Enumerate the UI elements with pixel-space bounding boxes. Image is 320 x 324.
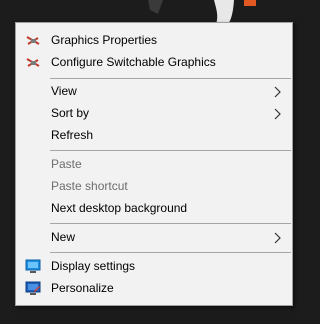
- menu-item-label: Refresh: [51, 128, 94, 142]
- menu-item-next-desktop-background[interactable]: Next desktop background: [17, 198, 291, 219]
- chevron-right-icon: [274, 108, 281, 120]
- menu-item-label: Paste: [51, 157, 82, 171]
- desktop-context-menu: Graphics Properties Configure Switchable…: [15, 22, 293, 306]
- menu-item-paste: Paste: [17, 154, 291, 175]
- menu-item-label: Paste shortcut: [51, 179, 128, 193]
- menu-item-label: Personalize: [51, 281, 114, 295]
- menu-item-sort-by[interactable]: Sort by: [17, 103, 291, 124]
- display-settings-icon: [25, 259, 41, 273]
- menu-item-personalize[interactable]: Personalize: [17, 278, 291, 299]
- personalize-icon: [25, 281, 41, 295]
- menu-item-label: Display settings: [51, 259, 136, 273]
- menu-separator: [50, 252, 291, 253]
- intel-graphics-icon: [26, 58, 40, 67]
- menu-item-label: Sort by: [51, 106, 90, 120]
- menu-item-label: View: [51, 84, 77, 98]
- menu-item-graphics-properties[interactable]: Graphics Properties: [17, 30, 291, 51]
- chevron-right-icon: [274, 232, 281, 244]
- menu-item-display-settings[interactable]: Display settings: [17, 256, 291, 277]
- menu-item-new[interactable]: New: [17, 227, 291, 248]
- menu-item-label: Graphics Properties: [51, 33, 158, 47]
- menu-item-paste-shortcut: Paste shortcut: [17, 176, 291, 197]
- menu-separator: [50, 78, 291, 79]
- menu-separator: [50, 223, 291, 224]
- menu-item-label: New: [51, 230, 76, 244]
- menu-item-view[interactable]: View: [17, 81, 291, 102]
- menu-item-label: Next desktop background: [51, 201, 188, 215]
- menu-item-configure-switchable-graphics[interactable]: Configure Switchable Graphics: [17, 52, 291, 73]
- intel-graphics-icon: [26, 36, 40, 45]
- menu-item-label: Configure Switchable Graphics: [51, 55, 216, 69]
- chevron-right-icon: [274, 86, 281, 98]
- menu-item-refresh[interactable]: Refresh: [17, 125, 291, 146]
- menu-separator: [50, 150, 291, 151]
